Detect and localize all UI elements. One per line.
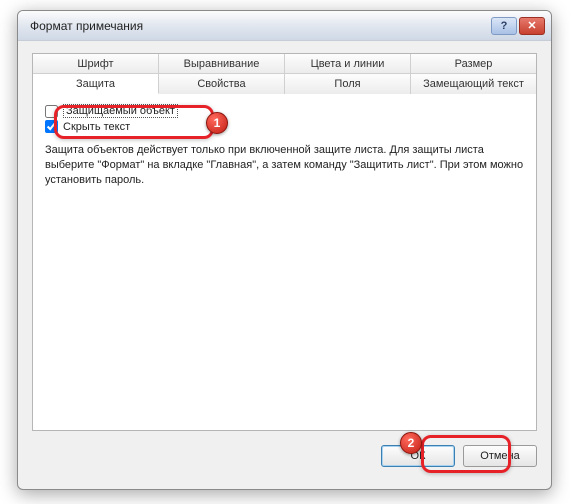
tab-row-1: Шрифт Выравнивание Цвета и линии Размер [33, 54, 536, 74]
protected-object-row: Защищаемый объект [45, 104, 524, 118]
hide-text-checkbox[interactable] [45, 120, 58, 133]
tab-font[interactable]: Шрифт [33, 54, 159, 73]
tab-size[interactable]: Размер [411, 54, 536, 73]
dialog-content: Шрифт Выравнивание Цвета и линии Размер … [18, 41, 551, 481]
protected-object-checkbox[interactable] [45, 105, 58, 118]
ok-button[interactable]: ОК [381, 445, 455, 467]
tab-protection[interactable]: Защита [33, 74, 159, 94]
tab-control: Шрифт Выравнивание Цвета и линии Размер … [32, 53, 537, 431]
tab-row-2: Защита Свойства Поля Замещающий текст [33, 74, 536, 94]
protected-object-label[interactable]: Защищаемый объект [63, 104, 178, 118]
hide-text-row: Скрыть текст [45, 120, 524, 133]
tab-protection-body: Защищаемый объект Скрыть текст Защита об… [33, 94, 536, 430]
help-button[interactable]: ? [491, 17, 517, 35]
hide-text-label[interactable]: Скрыть текст [63, 121, 130, 133]
protection-help-text: Защита объектов действует только при вкл… [45, 143, 524, 188]
dialog-button-row: ОК Отмена [32, 445, 537, 467]
tab-alt-text[interactable]: Замещающий текст [411, 74, 536, 94]
cancel-button[interactable]: Отмена [463, 445, 537, 467]
close-button[interactable]: ✕ [519, 17, 545, 35]
titlebar[interactable]: Формат примечания ? ✕ [18, 11, 551, 41]
tab-margins[interactable]: Поля [285, 74, 411, 94]
tab-properties[interactable]: Свойства [159, 74, 285, 94]
tab-alignment[interactable]: Выравнивание [159, 54, 285, 73]
tab-colors-lines[interactable]: Цвета и линии [285, 54, 411, 73]
format-note-dialog: Формат примечания ? ✕ Шрифт Выравнивание… [17, 10, 552, 490]
dialog-title: Формат примечания [30, 19, 489, 33]
